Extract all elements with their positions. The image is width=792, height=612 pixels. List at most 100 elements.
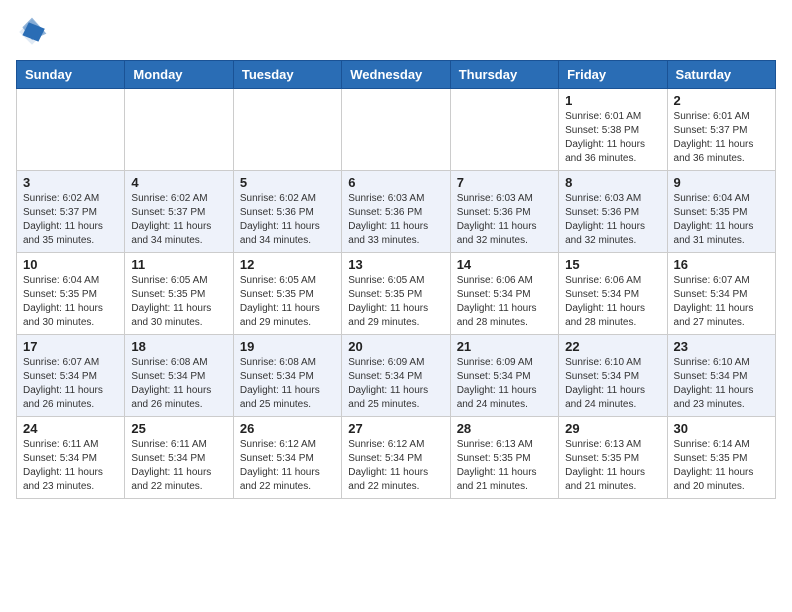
day-number: 26 <box>240 421 335 436</box>
day-info: Sunrise: 6:02 AM Sunset: 5:37 PM Dayligh… <box>23 192 118 248</box>
day-number: 16 <box>674 257 769 272</box>
weekday-header-monday: Monday <box>125 61 233 89</box>
day-number: 22 <box>565 339 660 354</box>
day-number: 19 <box>240 339 335 354</box>
day-number: 13 <box>348 257 443 272</box>
day-number: 2 <box>674 93 769 108</box>
calendar-cell: 21 Sunrise: 6:09 AM Sunset: 5:34 PM Dayli… <box>450 335 558 417</box>
calendar-cell <box>233 89 341 171</box>
calendar-body: 1 Sunrise: 6:01 AM Sunset: 5:38 PM Daylig… <box>17 89 776 499</box>
day-number: 11 <box>131 257 226 272</box>
calendar-cell: 26 Sunrise: 6:12 AM Sunset: 5:34 PM Dayli… <box>233 417 341 499</box>
day-number: 24 <box>23 421 118 436</box>
calendar-cell: 27Sunrise: 6:12 AM Sunset: 5:34 PM Dayli… <box>342 417 450 499</box>
day-info: Sunrise: 6:05 AM Sunset: 5:35 PM Dayligh… <box>348 274 443 330</box>
calendar-cell <box>17 89 125 171</box>
day-info: Sunrise: 6:06 AM Sunset: 5:34 PM Dayligh… <box>565 274 660 330</box>
calendar-cell: 23 Sunrise: 6:10 AM Sunset: 5:34 PM Dayli… <box>667 335 775 417</box>
calendar-cell: 17Sunrise: 6:07 AM Sunset: 5:34 PM Dayli… <box>17 335 125 417</box>
weekday-header-saturday: Saturday <box>667 61 775 89</box>
calendar-cell: 14 Sunrise: 6:06 AM Sunset: 5:34 PM Dayli… <box>450 253 558 335</box>
day-info: Sunrise: 6:14 AM Sunset: 5:35 PM Dayligh… <box>674 438 769 494</box>
day-number: 29 <box>565 421 660 436</box>
day-info: Sunrise: 6:07 AM Sunset: 5:34 PM Dayligh… <box>23 356 118 412</box>
calendar-cell <box>125 89 233 171</box>
day-info: Sunrise: 6:08 AM Sunset: 5:34 PM Dayligh… <box>240 356 335 412</box>
day-info: Sunrise: 6:07 AM Sunset: 5:34 PM Dayligh… <box>674 274 769 330</box>
day-info: Sunrise: 6:13 AM Sunset: 5:35 PM Dayligh… <box>565 438 660 494</box>
calendar-cell: 24 Sunrise: 6:11 AM Sunset: 5:34 PM Dayli… <box>17 417 125 499</box>
day-info: Sunrise: 6:09 AM Sunset: 5:34 PM Dayligh… <box>457 356 552 412</box>
calendar-week-5: 24 Sunrise: 6:11 AM Sunset: 5:34 PM Dayli… <box>17 417 776 499</box>
day-info: Sunrise: 6:08 AM Sunset: 5:34 PM Dayligh… <box>131 356 226 412</box>
day-number: 20 <box>348 339 443 354</box>
day-number: 21 <box>457 339 552 354</box>
page-header <box>16 16 776 48</box>
day-info: Sunrise: 6:03 AM Sunset: 5:36 PM Dayligh… <box>457 192 552 248</box>
calendar-cell: 15 Sunrise: 6:06 AM Sunset: 5:34 PM Dayli… <box>559 253 667 335</box>
day-info: Sunrise: 6:03 AM Sunset: 5:36 PM Dayligh… <box>348 192 443 248</box>
day-number: 30 <box>674 421 769 436</box>
day-info: Sunrise: 6:02 AM Sunset: 5:36 PM Dayligh… <box>240 192 335 248</box>
day-number: 10 <box>23 257 118 272</box>
day-info: Sunrise: 6:04 AM Sunset: 5:35 PM Dayligh… <box>674 192 769 248</box>
day-info: Sunrise: 6:01 AM Sunset: 5:37 PM Dayligh… <box>674 110 769 166</box>
calendar-cell: 10 Sunrise: 6:04 AM Sunset: 5:35 PM Dayli… <box>17 253 125 335</box>
calendar-cell: 11 Sunrise: 6:05 AM Sunset: 5:35 PM Dayli… <box>125 253 233 335</box>
day-info: Sunrise: 6:05 AM Sunset: 5:35 PM Dayligh… <box>240 274 335 330</box>
day-number: 14 <box>457 257 552 272</box>
day-number: 7 <box>457 175 552 190</box>
calendar-cell: 6Sunrise: 6:03 AM Sunset: 5:36 PM Daylig… <box>342 171 450 253</box>
day-number: 18 <box>131 339 226 354</box>
day-info: Sunrise: 6:12 AM Sunset: 5:34 PM Dayligh… <box>240 438 335 494</box>
weekday-header-tuesday: Tuesday <box>233 61 341 89</box>
day-info: Sunrise: 6:06 AM Sunset: 5:34 PM Dayligh… <box>457 274 552 330</box>
calendar-table: SundayMondayTuesdayWednesdayThursdayFrid… <box>16 60 776 499</box>
logo-icon <box>16 16 48 48</box>
day-number: 12 <box>240 257 335 272</box>
calendar-cell: 13 Sunrise: 6:05 AM Sunset: 5:35 PM Dayli… <box>342 253 450 335</box>
calendar-cell: 7 Sunrise: 6:03 AM Sunset: 5:36 PM Daylig… <box>450 171 558 253</box>
weekday-header-sunday: Sunday <box>17 61 125 89</box>
day-number: 5 <box>240 175 335 190</box>
calendar-cell <box>342 89 450 171</box>
day-info: Sunrise: 6:03 AM Sunset: 5:36 PM Dayligh… <box>565 192 660 248</box>
calendar-cell: 18 Sunrise: 6:08 AM Sunset: 5:34 PM Dayli… <box>125 335 233 417</box>
day-number: 23 <box>674 339 769 354</box>
weekday-row: SundayMondayTuesdayWednesdayThursdayFrid… <box>17 61 776 89</box>
day-info: Sunrise: 6:10 AM Sunset: 5:34 PM Dayligh… <box>674 356 769 412</box>
day-info: Sunrise: 6:09 AM Sunset: 5:34 PM Dayligh… <box>348 356 443 412</box>
calendar-cell <box>450 89 558 171</box>
calendar-cell: 5 Sunrise: 6:02 AM Sunset: 5:36 PM Daylig… <box>233 171 341 253</box>
weekday-header-friday: Friday <box>559 61 667 89</box>
day-info: Sunrise: 6:13 AM Sunset: 5:35 PM Dayligh… <box>457 438 552 494</box>
calendar-cell: 28Sunrise: 6:13 AM Sunset: 5:35 PM Dayli… <box>450 417 558 499</box>
calendar-cell: 29 Sunrise: 6:13 AM Sunset: 5:35 PM Dayli… <box>559 417 667 499</box>
day-info: Sunrise: 6:12 AM Sunset: 5:34 PM Dayligh… <box>348 438 443 494</box>
day-number: 25 <box>131 421 226 436</box>
calendar-cell: 2 Sunrise: 6:01 AM Sunset: 5:37 PM Daylig… <box>667 89 775 171</box>
day-info: Sunrise: 6:11 AM Sunset: 5:34 PM Dayligh… <box>23 438 118 494</box>
day-number: 1 <box>565 93 660 108</box>
day-number: 3 <box>23 175 118 190</box>
day-info: Sunrise: 6:01 AM Sunset: 5:38 PM Dayligh… <box>565 110 660 166</box>
calendar-week-4: 17Sunrise: 6:07 AM Sunset: 5:34 PM Dayli… <box>17 335 776 417</box>
calendar-cell: 9 Sunrise: 6:04 AM Sunset: 5:35 PM Daylig… <box>667 171 775 253</box>
calendar-cell: 1 Sunrise: 6:01 AM Sunset: 5:38 PM Daylig… <box>559 89 667 171</box>
calendar-cell: 19 Sunrise: 6:08 AM Sunset: 5:34 PM Dayli… <box>233 335 341 417</box>
day-info: Sunrise: 6:10 AM Sunset: 5:34 PM Dayligh… <box>565 356 660 412</box>
calendar-cell: 8 Sunrise: 6:03 AM Sunset: 5:36 PM Daylig… <box>559 171 667 253</box>
day-number: 15 <box>565 257 660 272</box>
day-number: 9 <box>674 175 769 190</box>
calendar-cell: 3 Sunrise: 6:02 AM Sunset: 5:37 PM Daylig… <box>17 171 125 253</box>
calendar-cell: 30 Sunrise: 6:14 AM Sunset: 5:35 PM Dayli… <box>667 417 775 499</box>
calendar-cell: 22 Sunrise: 6:10 AM Sunset: 5:34 PM Dayli… <box>559 335 667 417</box>
calendar-header: SundayMondayTuesdayWednesdayThursdayFrid… <box>17 61 776 89</box>
calendar-week-1: 1 Sunrise: 6:01 AM Sunset: 5:38 PM Daylig… <box>17 89 776 171</box>
day-info: Sunrise: 6:05 AM Sunset: 5:35 PM Dayligh… <box>131 274 226 330</box>
day-number: 4 <box>131 175 226 190</box>
day-info: Sunrise: 6:04 AM Sunset: 5:35 PM Dayligh… <box>23 274 118 330</box>
calendar-cell: 4Sunrise: 6:02 AM Sunset: 5:37 PM Daylig… <box>125 171 233 253</box>
day-number: 8 <box>565 175 660 190</box>
weekday-header-wednesday: Wednesday <box>342 61 450 89</box>
